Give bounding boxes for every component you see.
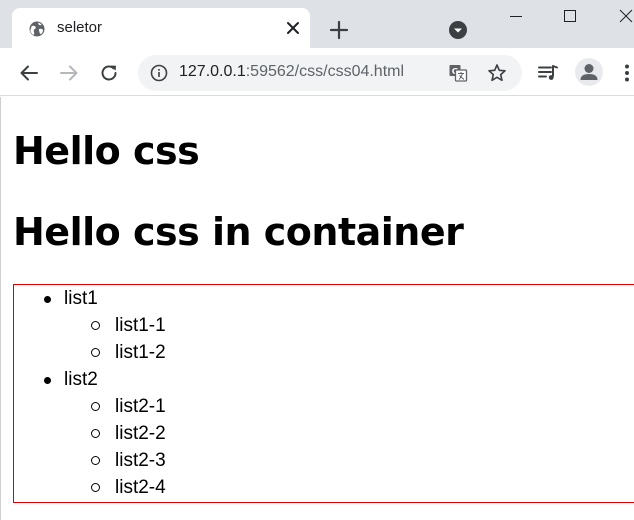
plus-icon[interactable] xyxy=(328,19,350,41)
disc-bullet xyxy=(44,377,51,384)
url-path: :59562/css/css04.html xyxy=(245,63,405,80)
nested-list-item: list2-4 xyxy=(14,474,634,501)
circle-bullet xyxy=(91,429,100,438)
list-item-label: list2 xyxy=(64,369,98,390)
profile-avatar[interactable] xyxy=(575,58,603,86)
browser-tab[interactable]: seletor xyxy=(12,8,310,48)
url-text[interactable]: 127.0.0.1:59562/css/css04.html xyxy=(179,63,404,81)
star-icon[interactable] xyxy=(487,63,507,83)
nested-list-item: list2-3 xyxy=(14,447,634,474)
translate-icon[interactable]: G xyxy=(448,63,468,83)
list-item: list1 xyxy=(14,285,634,312)
browser-toolbar: 127.0.0.1:59562/css/css04.html G xyxy=(0,48,634,96)
container-heading: Hello css in container xyxy=(13,210,464,254)
profile-icon xyxy=(580,64,598,80)
reload-icon[interactable] xyxy=(98,62,120,84)
tab-strip: seletor xyxy=(0,0,634,48)
forward-arrow-icon[interactable] xyxy=(58,62,80,84)
circle-bullet xyxy=(91,402,100,411)
close-icon[interactable] xyxy=(284,19,302,37)
nested-list-item-label: list2-4 xyxy=(115,477,166,498)
tab-search-icon[interactable] xyxy=(448,20,468,40)
list-item-label: list1 xyxy=(64,288,98,309)
window-close-icon[interactable] xyxy=(616,6,634,26)
list-container: list1 list1-1 list1-2 list2 list2-1 list… xyxy=(13,284,634,503)
nested-list-item: list2-1 xyxy=(14,393,634,420)
nested-list-item-label: list2-1 xyxy=(115,396,166,417)
page-heading: Hello css xyxy=(13,129,200,173)
list-item: list2 xyxy=(14,366,634,393)
circle-bullet xyxy=(91,348,100,357)
page-viewport: Hello css Hello css in container list1 l… xyxy=(0,97,634,520)
url-host: 127.0.0.1 xyxy=(179,63,246,80)
outer-list: list1 list1-1 list1-2 list2 list2-1 list… xyxy=(14,285,634,501)
nested-list-item-label: list1-2 xyxy=(115,342,166,363)
more-vert-icon[interactable] xyxy=(622,62,632,84)
nested-list-item-label: list1-1 xyxy=(115,315,166,336)
nested-list-item: list2-2 xyxy=(14,420,634,447)
circle-bullet xyxy=(91,321,100,330)
circle-bullet xyxy=(91,456,100,465)
nested-list-item: list1-1 xyxy=(14,312,634,339)
address-bar[interactable]: 127.0.0.1:59562/css/css04.html G xyxy=(138,55,522,91)
disc-bullet xyxy=(44,296,51,303)
back-arrow-icon[interactable] xyxy=(18,62,40,84)
nested-list-item-label: list2-3 xyxy=(115,450,166,471)
minimize-icon[interactable] xyxy=(506,6,526,26)
tab-title: seletor xyxy=(57,19,103,36)
nested-list-item: list1-2 xyxy=(14,339,634,366)
globe-icon xyxy=(29,21,45,37)
info-icon[interactable] xyxy=(150,64,168,82)
maximize-icon[interactable] xyxy=(560,6,580,26)
circle-bullet xyxy=(91,483,100,492)
reading-list-icon[interactable] xyxy=(537,62,559,84)
nested-list-item-label: list2-2 xyxy=(115,423,166,444)
